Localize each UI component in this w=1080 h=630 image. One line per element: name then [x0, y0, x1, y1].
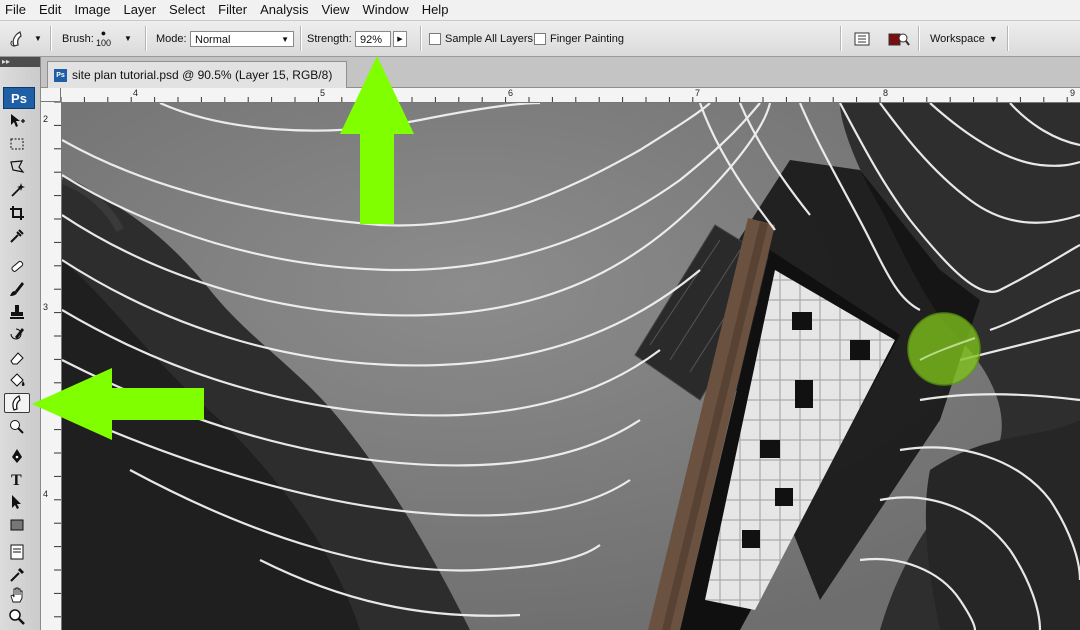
menu-select[interactable]: Select — [164, 0, 213, 20]
move-tool-icon[interactable] — [4, 111, 30, 131]
strength-value[interactable]: 92% — [355, 30, 391, 47]
divider — [145, 26, 146, 51]
psd-file-icon: Ps — [54, 68, 67, 82]
menu-help[interactable]: Help — [417, 0, 457, 20]
healing-brush-tool-icon[interactable] — [4, 256, 30, 276]
ruler-origin[interactable] — [41, 88, 61, 102]
strength-input[interactable]: 92% ▶ — [355, 21, 407, 56]
left-arrow-annotation-icon — [32, 368, 204, 440]
smudge-preset-icon — [10, 30, 22, 47]
ruler-label: 6 — [508, 88, 514, 98]
brush-label: Brush: — [62, 32, 94, 45]
divider — [840, 26, 841, 51]
menu-image[interactable]: Image — [69, 0, 118, 20]
menu-view[interactable]: View — [316, 0, 357, 20]
notes-tool-icon[interactable] — [4, 542, 30, 562]
ruler-label: 2 — [43, 114, 49, 124]
path-selection-tool-icon[interactable] — [4, 492, 30, 512]
document-title: site plan tutorial.psd @ 90.5% (Layer 15… — [72, 68, 333, 82]
ruler-ticks — [61, 97, 1068, 102]
paint-bucket-tool-icon[interactable] — [4, 371, 30, 391]
finger-painting-checkbox[interactable]: Finger Painting — [534, 21, 624, 56]
menu-bar: File Edit Image Layer Select Filter Anal… — [0, 0, 1080, 21]
divider — [300, 26, 301, 51]
brush-tip-icon: ● — [100, 27, 107, 38]
ruler-label: 5 — [320, 88, 326, 98]
sample-all-layers-checkbox[interactable]: Sample All Layers — [429, 21, 533, 56]
document-tab[interactable]: Ps site plan tutorial.psd @ 90.5% (Layer… — [47, 61, 348, 88]
sample-all-layers-label: Sample All Layers — [445, 32, 534, 45]
palette-well-icon[interactable] — [853, 21, 871, 56]
ruler-label: 9 — [1070, 88, 1076, 98]
checkbox-box[interactable] — [534, 32, 546, 45]
ruler-label: 8 — [883, 88, 889, 98]
ruler-label: 3 — [43, 302, 49, 312]
tool-preset-picker[interactable]: ▼ — [8, 21, 42, 56]
shape-tool-icon[interactable] — [4, 515, 30, 535]
strength-label: Strength: — [307, 32, 352, 45]
eyedropper-slice-tool-icon[interactable] — [4, 226, 30, 246]
mode-select[interactable]: Normal ▼ — [190, 21, 294, 56]
chevron-down-icon: ▼ — [34, 34, 42, 43]
workspace-button[interactable]: Workspace ▼ — [930, 21, 998, 56]
site-plan-image — [62, 103, 1080, 630]
workspace-label: Workspace — [930, 32, 985, 45]
horizontal-ruler[interactable]: 4 5 6 7 8 9 — [61, 88, 1080, 103]
smudge-tool-icon[interactable] — [4, 393, 30, 413]
magic-wand-tool-icon[interactable] — [4, 180, 30, 200]
mode-label: Mode: — [156, 32, 187, 45]
eraser-tool-icon[interactable] — [4, 348, 30, 368]
divider — [1007, 26, 1008, 51]
divider — [420, 26, 421, 51]
hand-tool-icon[interactable] — [4, 585, 30, 605]
brush-picker[interactable]: ● 100 — [96, 21, 111, 56]
brush-dropdown-icon[interactable]: ▼ — [124, 21, 132, 56]
up-arrow-annotation-icon — [340, 56, 414, 224]
chevron-down-icon: ▼ — [988, 33, 998, 44]
divider — [50, 26, 51, 51]
history-brush-tool-icon[interactable] — [4, 325, 30, 345]
svg-text:T: T — [11, 472, 22, 488]
type-tool-icon[interactable]: T — [4, 469, 30, 489]
mode-value: Normal — [195, 33, 231, 46]
options-bar: ▼ Brush: ● 100 ▼ Mode: Normal ▼ Strength… — [0, 21, 1080, 57]
menu-layer[interactable]: Layer — [119, 0, 165, 20]
chevron-down-icon: ▼ — [281, 34, 289, 44]
menu-edit[interactable]: Edit — [34, 0, 69, 20]
pen-tool-icon[interactable] — [4, 446, 30, 466]
photoshop-logo: Ps — [3, 87, 35, 109]
checkbox-box[interactable] — [429, 32, 441, 45]
ruler-label: 4 — [133, 88, 139, 98]
clone-stamp-tool-icon[interactable] — [4, 302, 30, 322]
panel-collapse-icon[interactable]: ▸▸ — [0, 57, 40, 67]
brush-tool-icon[interactable] — [4, 279, 30, 299]
finger-painting-label: Finger Painting — [550, 32, 624, 45]
menu-filter[interactable]: Filter — [213, 0, 255, 20]
ruler-label: 4 — [43, 489, 49, 499]
brush-size: 100 — [96, 37, 112, 48]
zoom-tool-icon[interactable] — [4, 607, 30, 627]
device-central-icon[interactable] — [888, 21, 910, 56]
tools-panel: ▸▸ Ps T — [0, 57, 41, 630]
menu-analysis[interactable]: Analysis — [255, 0, 316, 20]
ruler-label: 7 — [695, 88, 701, 98]
divider — [918, 26, 919, 51]
marquee-tool-icon[interactable] — [4, 134, 30, 154]
document-tab-bar: Ps site plan tutorial.psd @ 90.5% (Layer… — [41, 57, 1080, 88]
lasso-tool-icon[interactable] — [4, 157, 30, 177]
crop-tool-icon[interactable] — [4, 203, 30, 223]
menu-file[interactable]: File — [0, 0, 34, 20]
eyedropper-tool-icon[interactable] — [4, 565, 30, 585]
document-canvas[interactable] — [62, 103, 1080, 630]
menu-window[interactable]: Window — [357, 0, 416, 20]
strength-slider-button[interactable]: ▶ — [393, 30, 407, 47]
dodge-tool-icon[interactable] — [4, 416, 30, 436]
